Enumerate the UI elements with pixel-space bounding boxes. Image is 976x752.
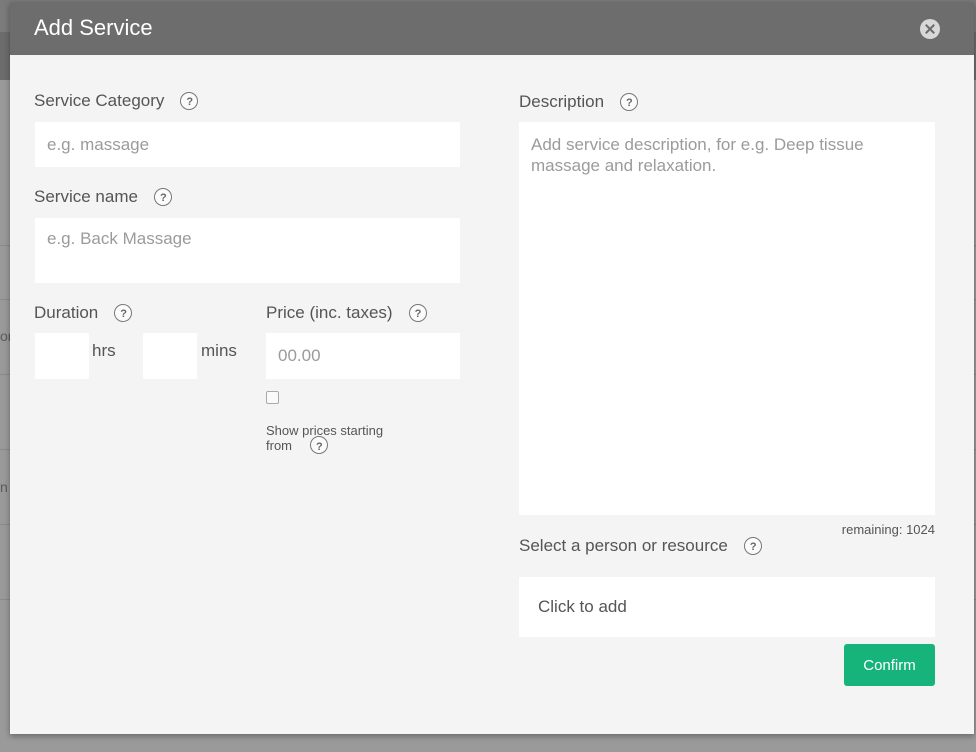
resource-label-text: Select a person or resource — [519, 536, 728, 555]
help-icon[interactable] — [114, 304, 133, 322]
help-icon[interactable] — [620, 93, 639, 111]
resource-picker-text: Click to add — [538, 597, 627, 616]
help-icon[interactable] — [180, 92, 199, 110]
show-prices-starting-line1: Show prices starting — [266, 423, 384, 438]
duration-minutes-input[interactable] — [143, 333, 197, 379]
help-icon[interactable] — [310, 436, 328, 454]
duration-label-text: Duration — [34, 303, 99, 322]
confirm-button[interactable]: Confirm — [844, 644, 935, 686]
remaining-counter: remaining: 1024 — [841, 522, 935, 537]
modal-header: Add Service — [10, 2, 974, 55]
show-prices-starting-label: Show prices starting from — [266, 424, 383, 454]
close-icon[interactable] — [920, 19, 940, 39]
help-icon[interactable] — [743, 537, 762, 555]
duration-hours-input[interactable] — [35, 333, 89, 379]
duration-label: Duration — [34, 303, 133, 323]
minutes-unit: mins — [201, 341, 237, 360]
add-service-modal: Add Service Service Category Service nam… — [10, 2, 974, 734]
show-prices-starting-line2: from — [266, 438, 292, 453]
background-text-fragment: n — [0, 479, 8, 495]
service-category-label: Service Category — [34, 91, 199, 111]
help-icon[interactable] — [153, 188, 172, 206]
resource-picker[interactable]: Click to add — [519, 577, 935, 637]
price-label-text: Price (inc. taxes) — [266, 303, 393, 322]
show-prices-starting-checkbox[interactable] — [266, 391, 279, 404]
modal-title: Add Service — [34, 15, 153, 40]
description-label: Description — [519, 92, 639, 112]
service-category-input[interactable] — [35, 122, 460, 167]
service-name-label-text: Service name — [34, 187, 138, 206]
price-input[interactable] — [266, 333, 460, 379]
service-name-label: Service name — [34, 187, 172, 207]
service-category-label-text: Service Category — [34, 91, 165, 110]
show-prices-starting-line2-row: from — [266, 436, 383, 454]
hours-unit: hrs — [92, 341, 116, 360]
description-textarea[interactable] — [519, 122, 935, 515]
resource-label: Select a person or resource — [519, 536, 762, 556]
description-label-text: Description — [519, 92, 605, 111]
help-icon[interactable] — [408, 304, 427, 322]
service-name-input[interactable] — [35, 218, 460, 283]
price-label: Price (inc. taxes) — [266, 303, 427, 323]
